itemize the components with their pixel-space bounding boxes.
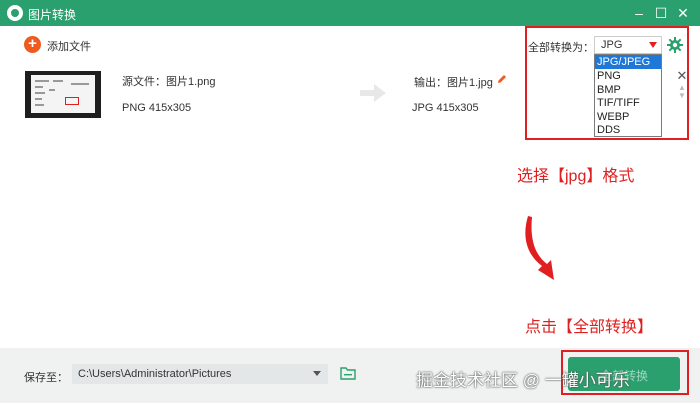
down-arrow-icon: [525, 216, 554, 280]
file-thumbnail: [25, 71, 101, 118]
annotation-step1: 选择【jpg】格式: [517, 168, 635, 185]
app-logo-icon: [7, 5, 23, 21]
chevron-down-icon: [313, 371, 321, 376]
source-file-name: 源文件：图片1.png: [122, 76, 216, 88]
edit-icon[interactable]: [497, 74, 507, 84]
format-highlight-box: [525, 26, 689, 140]
save-path-select[interactable]: C:\Users\Administrator\Pictures: [72, 364, 328, 384]
window-title: 图片转换: [28, 8, 77, 22]
source-file-meta: PNG 415x305: [122, 102, 192, 114]
title-bar: 图片转换 – ☐ ✕: [0, 0, 700, 26]
output-file-name: 输出：图片1.jpg: [414, 77, 493, 89]
add-file-label: 添加文件: [47, 41, 91, 53]
close-window-icon[interactable]: ✕: [674, 4, 692, 22]
output-file-meta: JPG 415x305: [412, 102, 479, 114]
maximize-icon[interactable]: ☐: [652, 4, 670, 22]
watermark: 掘金技术社区 @ 一罐小可乐: [416, 371, 630, 390]
save-path-value: C:\Users\Administrator\Pictures: [78, 368, 232, 380]
minimize-icon[interactable]: –: [630, 4, 648, 22]
plus-icon: +: [24, 36, 41, 53]
convert-arrow-icon: [360, 84, 386, 102]
save-to-label: 保存至：: [24, 372, 68, 384]
annotation-step2: 点击【全部转换】: [525, 319, 654, 336]
folder-icon[interactable]: [340, 367, 356, 380]
